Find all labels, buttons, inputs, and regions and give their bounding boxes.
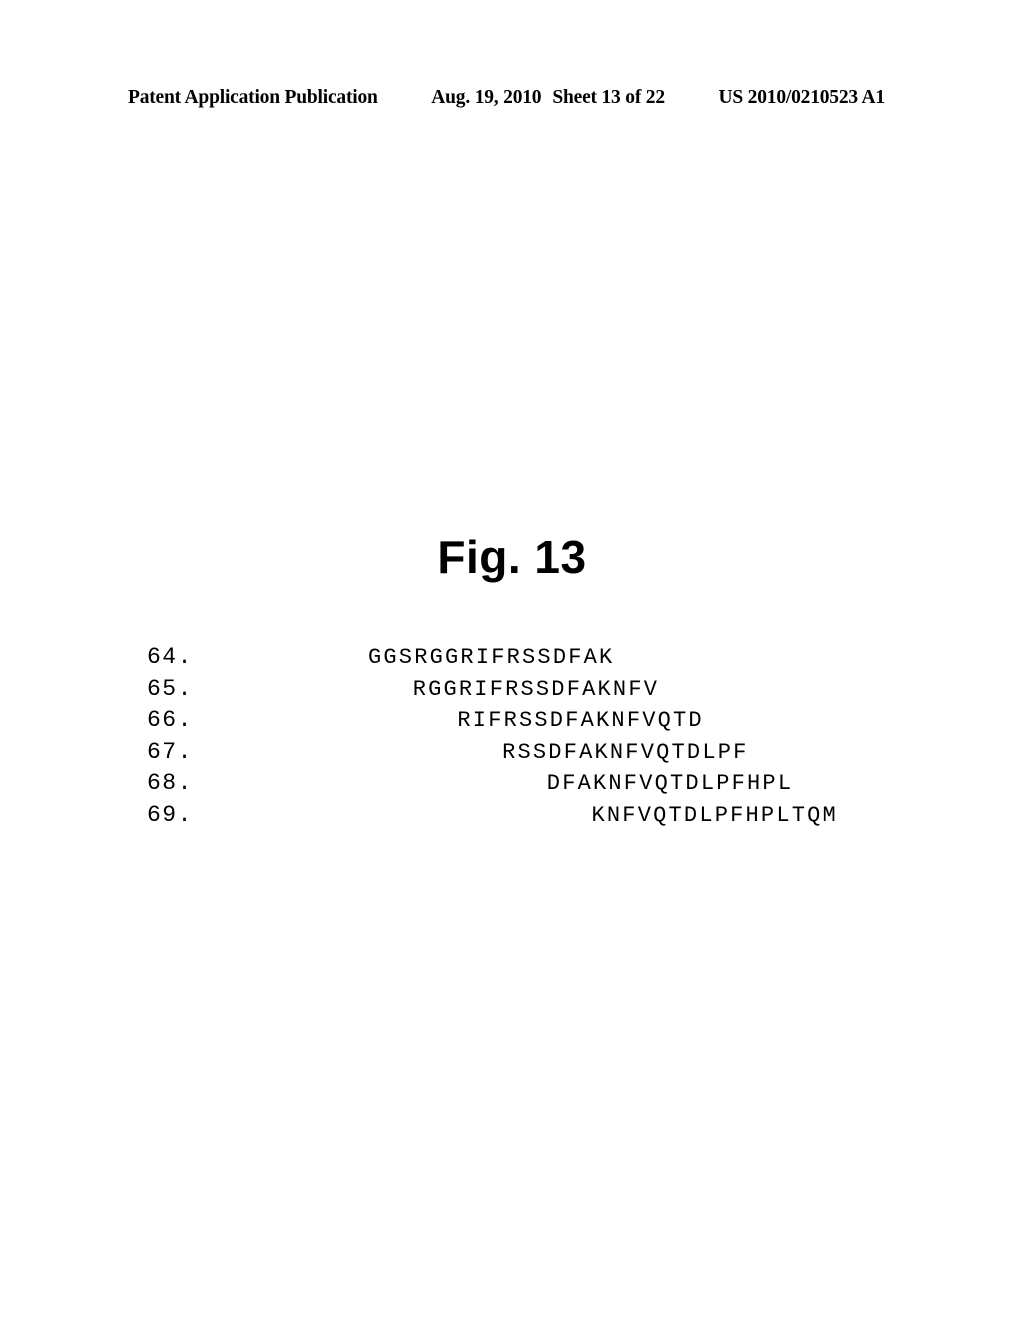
sequence-index: 64. xyxy=(147,644,193,670)
publication-label: Patent Application Publication xyxy=(128,87,378,108)
sequence-residues: RSSDFAKNFVQTDLPF xyxy=(502,739,749,765)
sequence-index: 69. xyxy=(147,801,193,828)
sequence-index: 65. xyxy=(147,675,193,702)
publication-date: Aug. 19, 2010 xyxy=(431,87,542,108)
sequence-index: 68. xyxy=(147,770,193,796)
sequence-row: 64. GGSRGGRIFRSSDFAK xyxy=(0,643,1024,675)
sequence-residues: KNFVQTDLPFHPLTQM xyxy=(591,802,838,828)
publication-number: US 2010/0210523 A1 xyxy=(718,87,885,108)
sequence-residues: RIFRSSDFAKNFVQTD xyxy=(457,708,704,733)
sequence-row: 67. RSSDFAKNFVQTDLPF xyxy=(0,738,1024,770)
sequence-row: 69. KNFVQTDLPFHPLTQM xyxy=(0,801,1024,833)
header-center-group: Aug. 19, 2010 Sheet 13 of 22 xyxy=(431,87,665,109)
sheet-number: Sheet 13 of 22 xyxy=(552,87,665,108)
sequence-row: 66. RIFRSSDFAKNFVQTD xyxy=(0,706,1024,738)
sequence-index: 67. xyxy=(147,738,193,765)
running-header: Patent Application Publication Aug. 19, … xyxy=(128,87,885,113)
sequence-residues: DFAKNFVQTDLPFHPL xyxy=(546,771,794,796)
figure-title: Fig. 13 xyxy=(437,531,587,583)
patent-figure-page: Patent Application Publication Aug. 19, … xyxy=(0,0,1024,1320)
sequence-row: 68. DFAKNFVQTDLPFHPL xyxy=(0,769,1024,801)
sequence-residues: GGSRGGRIFRSSDFAK xyxy=(368,645,615,670)
sequence-residues: RGGRIFRSSDFAKNFV xyxy=(412,676,660,702)
sequence-index: 66. xyxy=(147,707,193,733)
sequence-row: 65. RGGRIFRSSDFAKNFV xyxy=(0,675,1024,707)
sequence-listing: 64. GGSRGGRIFRSSDFAK 65. RGGRIFRSSDFAKNF… xyxy=(0,643,1024,832)
